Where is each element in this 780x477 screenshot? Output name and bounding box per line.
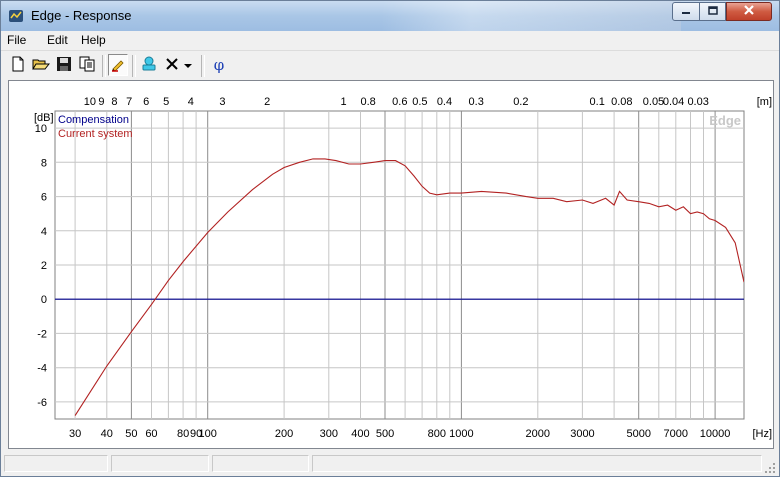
top-tick-label: 0.6 <box>392 96 407 108</box>
toolbar: φ <box>1 52 779 80</box>
y-tick-label: 8 <box>41 157 47 169</box>
top-tick-label: 0.8 <box>360 96 375 108</box>
copy-icon <box>79 56 95 75</box>
minimize-button[interactable] <box>672 2 700 21</box>
x-tick-label: 40 <box>101 428 113 440</box>
top-tick-label: 6 <box>143 96 149 108</box>
menu-file[interactable]: File <box>7 33 26 47</box>
top-tick-label: 0.1 <box>590 96 605 108</box>
x-tick-label: 10000 <box>700 428 731 440</box>
y-tick-label: 4 <box>41 226 47 238</box>
maximize-icon <box>707 5 719 19</box>
top-tick-label: 2 <box>264 96 270 108</box>
close-icon <box>742 4 756 19</box>
x-tick-label: 400 <box>351 428 369 440</box>
menu-edit[interactable]: Edit <box>47 33 68 47</box>
top-tick-label: 5 <box>163 96 169 108</box>
menu-help[interactable]: Help <box>81 33 106 47</box>
response-chart[interactable]: 1086420-2-4-630 40 50 60 80 90100 200 300 400 500… <box>9 81 773 448</box>
delete-dropdown-button[interactable] <box>182 54 194 76</box>
pencil-icon <box>110 56 126 75</box>
top-tick-label: 0.04 <box>663 96 684 108</box>
top-tick-label: 0.05 <box>643 96 664 108</box>
top-unit-label: [m] <box>757 96 772 108</box>
floppy-disk-icon <box>56 56 72 75</box>
new-button[interactable] <box>8 54 28 76</box>
new-document-icon <box>10 56 26 75</box>
y-tick-label: -2 <box>37 328 47 340</box>
x-tick-label: 2000 <box>526 428 550 440</box>
x-tick-label: 3000 <box>570 428 594 440</box>
x-unit-label: [Hz] <box>752 428 772 440</box>
top-tick-label: 0.5 <box>412 96 427 108</box>
y-tick-label: -6 <box>37 397 47 409</box>
toolbar-separator <box>102 55 106 77</box>
resize-grip-icon[interactable] <box>764 462 776 474</box>
x-tick-label: 50 <box>125 428 137 440</box>
title-bar-glass <box>381 1 681 31</box>
status-panel-2 <box>111 455 209 472</box>
window-title: Edge - Response <box>31 8 132 23</box>
draw-button[interactable] <box>108 54 128 76</box>
stamp-button[interactable] <box>139 54 159 76</box>
x-tick-label: 200 <box>275 428 293 440</box>
top-tick-label: 3 <box>219 96 225 108</box>
legend-entry-current-system: Current system <box>58 128 133 140</box>
title-bar[interactable]: Edge - Response <box>1 1 779 31</box>
status-panel-3 <box>212 455 309 472</box>
menu-bar: File Edit Help <box>1 31 779 51</box>
phase-button[interactable]: φ <box>209 54 229 76</box>
top-tick-label: 10 <box>84 96 96 108</box>
status-panel-4 <box>312 455 762 472</box>
legend-entry-compensation: Compensation <box>58 114 129 126</box>
x-tick-label: 800 <box>428 428 446 440</box>
y-tick-label: 6 <box>41 192 47 204</box>
top-tick-label: 7 <box>126 96 132 108</box>
folder-open-icon <box>32 56 51 75</box>
minimize-icon <box>680 5 692 19</box>
dropdown-arrow-icon <box>184 58 192 72</box>
top-tick-label: 0.4 <box>437 96 452 108</box>
open-button[interactable] <box>31 54 51 76</box>
copy-button[interactable] <box>77 54 97 76</box>
x-tick-label: 80 <box>177 428 189 440</box>
status-bar <box>1 451 779 476</box>
response-chart-panel[interactable]: 10 8 6 4 2 0 -2 -4 -6 30 40 50 60 80 90 100 200 300 400 500… <box>8 80 774 449</box>
x-tick-label: 7000 <box>664 428 688 440</box>
top-tick-label: 0.08 <box>611 96 632 108</box>
status-panel-1 <box>4 455 108 472</box>
y-tick-label: 0 <box>41 294 47 306</box>
maximize-button[interactable] <box>699 2 726 21</box>
x-tick-label: 60 <box>145 428 157 440</box>
x-tick-label: 300 <box>320 428 338 440</box>
top-tick-label: 0.03 <box>687 96 708 108</box>
toolbar-separator <box>201 55 205 77</box>
speaker-icon[interactable] <box>8 8 24 24</box>
phi-icon: φ <box>213 56 225 74</box>
y-unit-label: [dB] <box>34 112 54 124</box>
x-tick-label: 500 <box>376 428 394 440</box>
top-tick-label: 0.2 <box>513 96 528 108</box>
y-tick-label: 10 <box>35 123 47 135</box>
y-tick-label: -4 <box>37 363 47 375</box>
x-tick-label: 30 <box>69 428 81 440</box>
top-tick-label: 1 <box>340 96 346 108</box>
x-icon <box>165 57 179 74</box>
chart-watermark: Edge <box>709 113 741 128</box>
x-tick-label: 5000 <box>626 428 650 440</box>
top-tick-label: 8 <box>111 96 117 108</box>
save-button[interactable] <box>54 54 74 76</box>
toolbar-separator <box>132 55 136 77</box>
app-window: Edge - Response File Edit Help φ 10 8 6 … <box>0 0 780 477</box>
x-tick-label: 100 <box>199 428 217 440</box>
top-tick-label: 0.3 <box>469 96 484 108</box>
x-tick-label: 1000 <box>449 428 473 440</box>
close-button[interactable] <box>726 2 772 21</box>
top-tick-label: 9 <box>98 96 104 108</box>
y-tick-label: 2 <box>41 260 47 272</box>
stamp-icon <box>140 55 158 76</box>
top-tick-label: 4 <box>188 96 194 108</box>
delete-button[interactable] <box>162 54 182 76</box>
